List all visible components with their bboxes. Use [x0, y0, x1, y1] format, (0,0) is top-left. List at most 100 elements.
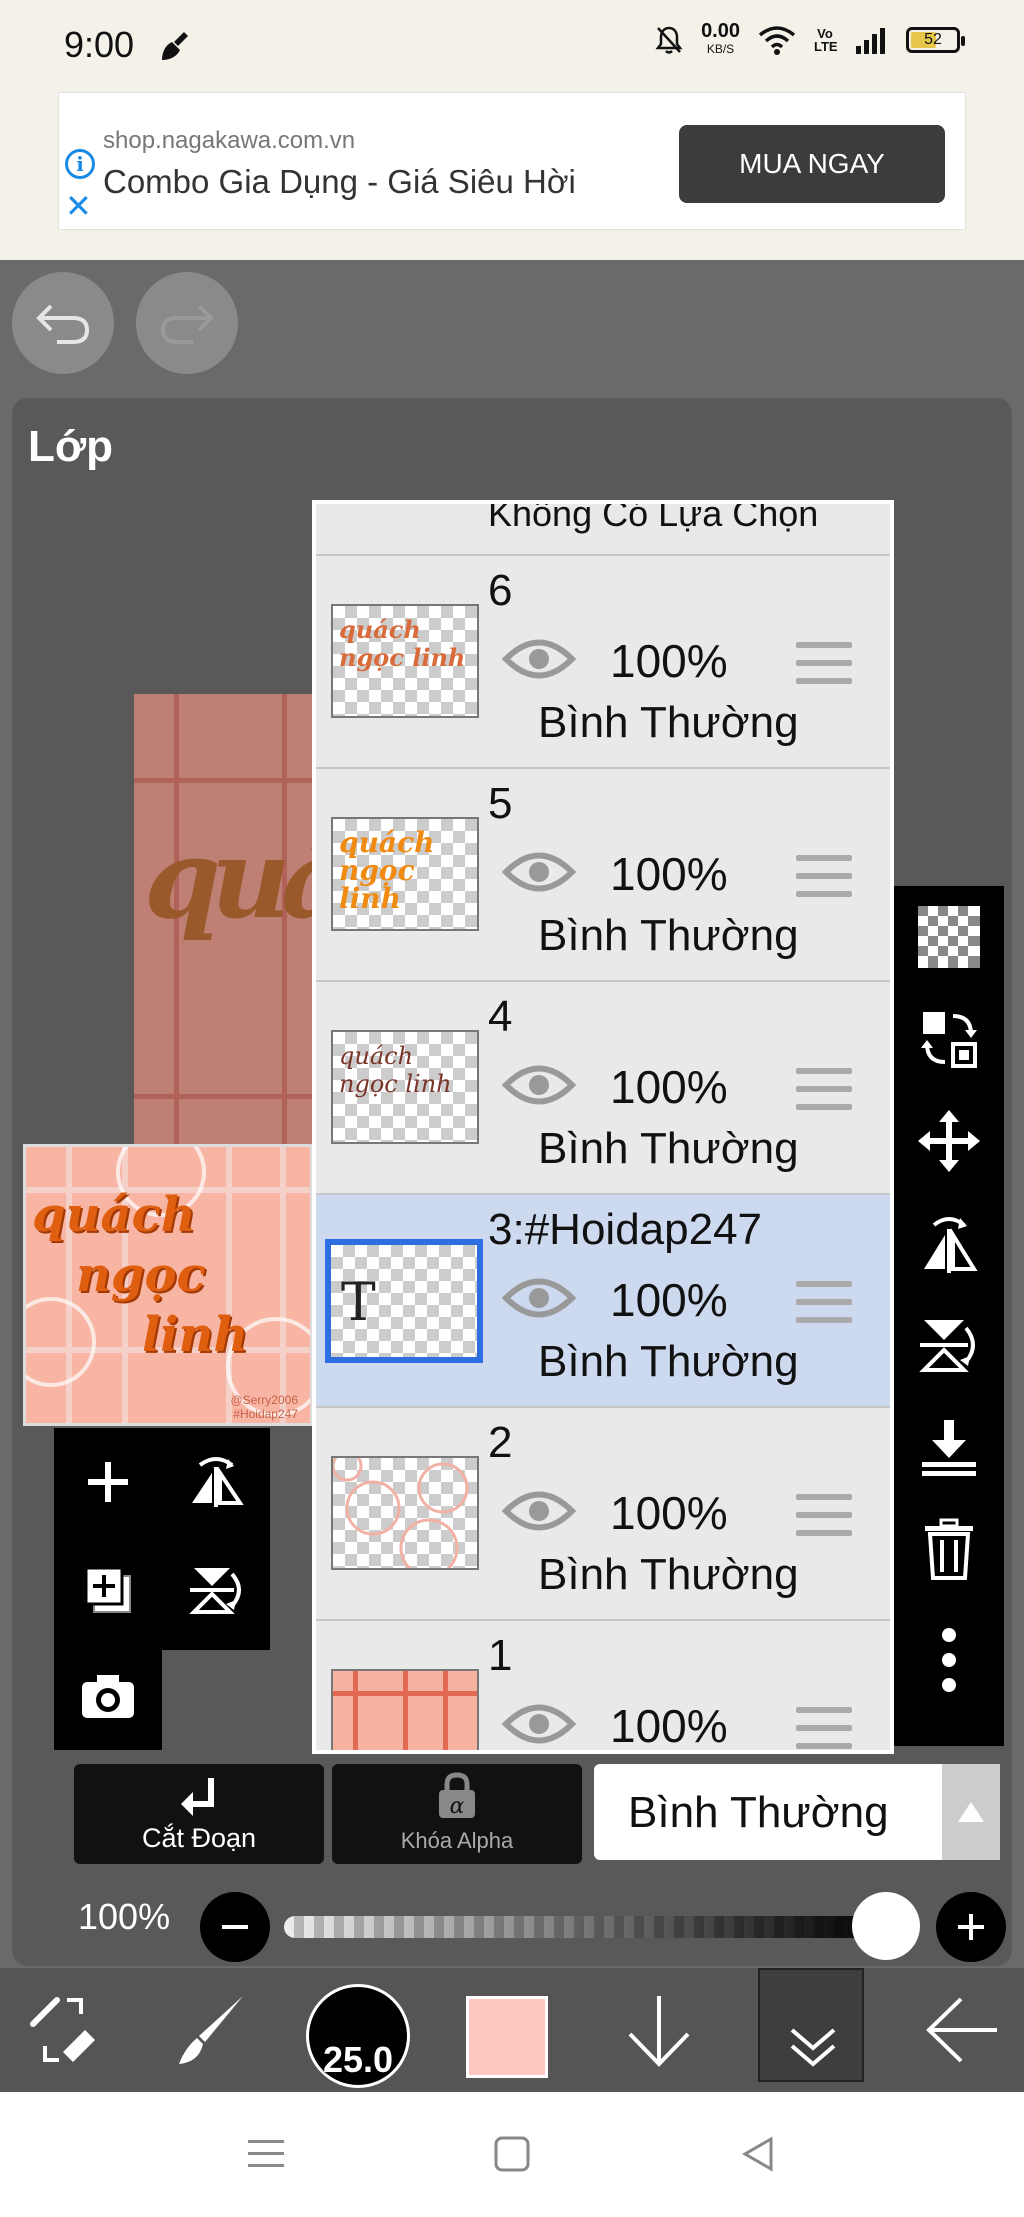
- layer-thumbnail: quách ngọc linh: [331, 604, 479, 718]
- add-layer-button[interactable]: [54, 1428, 162, 1536]
- redo-button[interactable]: [136, 272, 238, 374]
- layer-opacity: 100%: [610, 1061, 728, 1113]
- visibility-eye-icon[interactable]: [502, 1060, 576, 1110]
- system-nav-bar: [0, 2092, 1024, 2217]
- merge-down-icon: [922, 1420, 976, 1476]
- mute-bell-icon: [655, 26, 683, 54]
- text-layer-icon: T: [341, 1273, 376, 1333]
- thumb-credit: @Serry2006 #Hoidap247: [230, 1393, 298, 1421]
- flip-horizontal-right-button[interactable]: [894, 1192, 1004, 1294]
- drag-handle-icon[interactable]: [796, 1494, 852, 1540]
- ad-info-icon[interactable]: i: [65, 149, 95, 179]
- ad-close-icon[interactable]: ✕: [65, 190, 97, 223]
- layers-tab-button[interactable]: [758, 1968, 864, 2082]
- thumb-text-line-1: quách: [32, 1187, 196, 1243]
- brush-eraser-toggle-button[interactable]: [18, 1968, 108, 2092]
- flip-horizontal-button[interactable]: [162, 1428, 270, 1536]
- layers-icon: [790, 2028, 836, 2067]
- drag-handle-icon[interactable]: [796, 1068, 852, 1114]
- back-nav-button[interactable]: [728, 2124, 788, 2184]
- layer-name: 3:#Hoidap247: [488, 1205, 763, 1254]
- drag-handle-icon[interactable]: [796, 642, 852, 688]
- layer-blend-mode: Bình Thường: [538, 911, 799, 960]
- move-down-button[interactable]: [614, 1968, 704, 2092]
- visibility-eye-icon[interactable]: [502, 1486, 576, 1536]
- flip-vertical-icon: [919, 1320, 975, 1372]
- canvas-thumbnail[interactable]: quách ngọc linh @Serry2006 #Hoidap247: [23, 1144, 313, 1426]
- layer-opacity: 100%: [610, 848, 728, 900]
- drag-handle-icon[interactable]: [796, 1707, 852, 1750]
- transparency-checker-icon: [918, 906, 980, 968]
- ad-cta-button[interactable]: MUA NGAY: [679, 125, 945, 203]
- triangle-up-icon: [958, 1802, 984, 1822]
- opacity-control: 100%: [12, 1888, 1012, 1962]
- delete-layer-button[interactable]: [894, 1498, 1004, 1600]
- back-button[interactable]: [916, 1968, 1006, 2092]
- trash-icon: [925, 1518, 973, 1580]
- clip-arrow-icon: [181, 1778, 214, 1816]
- flip-horizontal-icon: [192, 1457, 244, 1507]
- no-selection-row[interactable]: Không Có Lựa Chọn: [316, 504, 890, 556]
- flip-vertical-button[interactable]: [162, 1536, 270, 1644]
- layer-tools-right: [894, 886, 1004, 1746]
- opacity-increase-button[interactable]: [936, 1892, 1006, 1962]
- wifi-icon: [758, 26, 796, 55]
- visibility-eye-icon[interactable]: [502, 847, 576, 897]
- layer-row[interactable]: 5 quách ngọc linh 100% Bình Thường: [316, 769, 890, 982]
- layer-row[interactable]: 6 quách ngọc linh 100% Bình Thường: [316, 556, 890, 769]
- layer-row[interactable]: 1 100%: [316, 1621, 890, 1750]
- brush-tool-button[interactable]: [166, 1968, 256, 2092]
- undo-button[interactable]: [12, 272, 114, 374]
- layer-thumbnail: [331, 1456, 479, 1570]
- alpha-lock-button[interactable]: α Khóa Alpha: [332, 1764, 582, 1864]
- color-swatch[interactable]: [466, 1996, 548, 2078]
- home-nav-button[interactable]: [482, 2124, 542, 2184]
- blend-mode-arrow[interactable]: [942, 1764, 1000, 1860]
- status-bar: 9:00 0.00 KB/S Vo LTE 52: [0, 0, 1024, 90]
- drag-handle-icon[interactable]: [796, 855, 852, 901]
- flip-vertical-right-button[interactable]: [894, 1294, 1004, 1396]
- menu-nav-button[interactable]: [236, 2124, 296, 2184]
- opacity-slider[interactable]: [284, 1916, 884, 1938]
- visibility-eye-icon[interactable]: [502, 1273, 576, 1323]
- camera-button[interactable]: [54, 1642, 162, 1750]
- opacity-decrease-button[interactable]: [200, 1892, 270, 1962]
- drag-handle-icon[interactable]: [796, 1281, 852, 1327]
- layer-row[interactable]: 4 quách ngọc linh 100% Bình Thường: [316, 982, 890, 1195]
- layer-row[interactable]: 2 100% Bình Thường: [316, 1408, 890, 1621]
- visibility-eye-icon[interactable]: [502, 634, 576, 684]
- layer-row-selected[interactable]: 3:#Hoidap247 T 100% Bình Thường: [316, 1195, 890, 1408]
- merge-down-button[interactable]: [894, 1396, 1004, 1498]
- ad-card[interactable]: i ✕ shop.nagakawa.com.vn Combo Gia Dụng …: [58, 92, 966, 230]
- blend-mode-select[interactable]: Bình Thường: [594, 1764, 1000, 1860]
- thumb-text-line-2: ngọc: [76, 1247, 206, 1303]
- layer-blend-mode: Bình Thường: [538, 698, 799, 747]
- home-square-icon: [494, 2136, 530, 2172]
- thumb-text-line-3: linh: [142, 1307, 249, 1363]
- clipping-label: Cắt Đoạn: [141, 1823, 257, 1853]
- alpha-lock-label: Khóa Alpha: [400, 1828, 514, 1853]
- visibility-eye-icon[interactable]: [502, 1699, 576, 1749]
- move-button[interactable]: [894, 1090, 1004, 1192]
- layer-list[interactable]: Không Có Lựa Chọn 6 quách ngọc linh 100%…: [312, 500, 894, 1754]
- opacity-slider-knob[interactable]: [852, 1892, 920, 1960]
- network-speed: 0.00 KB/S: [701, 20, 740, 56]
- layer-thumbnail: quách ngọc linh: [331, 817, 479, 931]
- signal-icon: [856, 28, 885, 54]
- clipping-button[interactable]: Cắt Đoạn: [74, 1764, 324, 1864]
- transparency-button[interactable]: [894, 886, 1004, 988]
- brush-eraser-swap-icon: [30, 1997, 95, 2062]
- swap-icon: [921, 1012, 977, 1068]
- brush-size-button[interactable]: 25.0: [306, 1984, 410, 2088]
- panel-title: Lớp: [28, 422, 114, 471]
- layer-panel: Lớp quách quách ngọc linh @Serry2006 #Ho…: [12, 398, 1012, 1966]
- volte-indicator: Vo LTE: [814, 26, 838, 54]
- redo-icon: [160, 304, 214, 344]
- more-options-button[interactable]: [894, 1600, 1004, 1720]
- ad-title[interactable]: Combo Gia Dụng - Giá Siêu Hời: [103, 163, 576, 201]
- duplicate-layer-button[interactable]: [54, 1536, 162, 1644]
- layer-thumbnail: T: [325, 1239, 483, 1363]
- layer-opacity: 100%: [610, 1487, 728, 1539]
- blend-mode-value: Bình Thường: [628, 1788, 889, 1837]
- swap-layer-button[interactable]: [894, 988, 1004, 1090]
